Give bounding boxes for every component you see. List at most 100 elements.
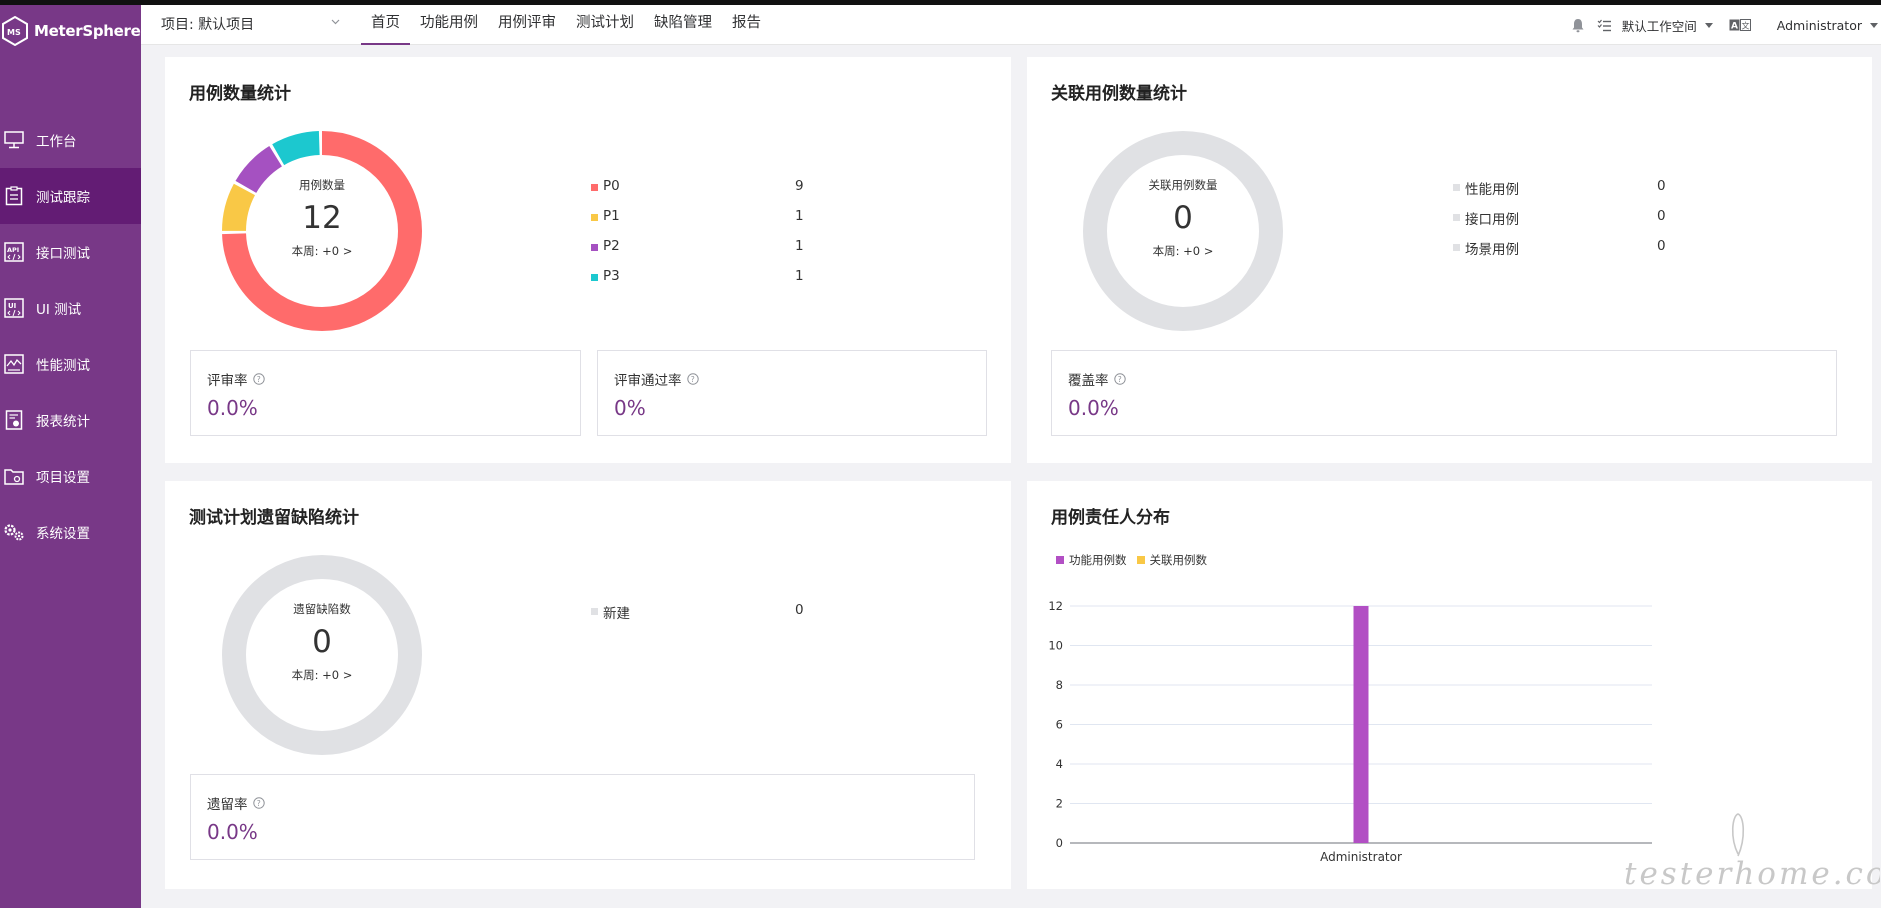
residual-rate-box: 遗留率 ? 0.0% bbox=[190, 774, 975, 860]
review-pass-rate-value: 0% bbox=[614, 396, 646, 420]
gears-icon bbox=[3, 521, 25, 543]
sidebar-item-label: 性能测试 bbox=[36, 358, 90, 374]
bell-icon[interactable] bbox=[1571, 18, 1585, 33]
legend-label: P3 bbox=[603, 268, 620, 284]
donut-center: 关联用例数量 0 本周: +0 > bbox=[1083, 177, 1283, 259]
legend-swatch bbox=[591, 184, 598, 191]
sidebar-item-report[interactable]: 报表统计 bbox=[0, 392, 141, 448]
sidebar: MS MeterSphere 工作台 测试跟踪 API 接口测试 UI UI 测… bbox=[0, 5, 141, 908]
logo-text: MeterSphere bbox=[34, 22, 141, 40]
tab-defect-management[interactable]: 缺陷管理 bbox=[644, 5, 722, 45]
legend-label: 接口用例 bbox=[1465, 212, 1519, 228]
monitor-icon bbox=[3, 129, 25, 151]
coverage-rate-label: 覆盖率 bbox=[1068, 373, 1109, 389]
app-logo[interactable]: MS MeterSphere bbox=[0, 11, 141, 51]
legend-swatch bbox=[591, 274, 598, 281]
sidebar-item-ui-test[interactable]: UI UI 测试 bbox=[0, 280, 141, 336]
legend-label: P0 bbox=[603, 178, 620, 194]
sidebar-item-performance-test[interactable]: 性能测试 bbox=[0, 336, 141, 392]
legend-swatch bbox=[1453, 184, 1460, 191]
chevron-down-icon[interactable] bbox=[331, 17, 340, 26]
donut-center: 用例数量 12 本周: +0 > bbox=[222, 177, 422, 259]
question-icon[interactable]: ? bbox=[252, 797, 265, 809]
related-stats-card: 关联用例数量统计 关联用例数量 0 本周: +0 > 性能用例 0 接口用例 0… bbox=[1027, 57, 1872, 463]
workspace-list-icon[interactable] bbox=[1597, 19, 1612, 32]
tab-case-review[interactable]: 用例评审 bbox=[488, 5, 566, 45]
question-icon[interactable]: ? bbox=[1113, 373, 1126, 385]
workspace-caret-icon[interactable] bbox=[1704, 22, 1713, 28]
y-tick-label: 12 bbox=[1048, 599, 1063, 613]
y-tick-label: 2 bbox=[1056, 797, 1063, 811]
card-title: 测试计划遗留缺陷统计 bbox=[189, 508, 359, 528]
tab-functional-cases[interactable]: 功能用例 bbox=[410, 5, 488, 45]
language-icon[interactable]: A文 bbox=[1729, 19, 1751, 31]
svg-text:API: API bbox=[7, 246, 19, 254]
main-tabs: 首页 功能用例 用例评审 测试计划 缺陷管理 报告 bbox=[361, 5, 771, 45]
tab-report[interactable]: 报告 bbox=[722, 5, 771, 45]
question-icon[interactable]: ? bbox=[252, 373, 265, 385]
metric-label: 遗留率 ? bbox=[207, 793, 265, 813]
svg-text:?: ? bbox=[690, 375, 694, 384]
svg-text:文: 文 bbox=[1741, 21, 1749, 31]
legend-value: 1 bbox=[795, 208, 804, 224]
donut-total: 12 bbox=[302, 200, 342, 236]
review-rate-label: 评审率 bbox=[207, 373, 248, 389]
y-tick-label: 10 bbox=[1048, 639, 1063, 653]
legend-label: P2 bbox=[603, 238, 620, 254]
tab-home[interactable]: 首页 bbox=[361, 5, 410, 45]
workspace-selector[interactable]: 默认工作空间 bbox=[1622, 16, 1697, 35]
user-caret-icon[interactable] bbox=[1870, 22, 1878, 28]
donut-center-label: 遗留缺陷数 bbox=[293, 602, 351, 616]
review-pass-rate-box: 评审通过率 ? 0% bbox=[597, 350, 987, 436]
sidebar-item-label: 项目设置 bbox=[36, 470, 90, 486]
residual-rate-label: 遗留率 bbox=[207, 797, 248, 813]
y-tick-label: 6 bbox=[1056, 718, 1063, 732]
sidebar-item-api-test[interactable]: API 接口测试 bbox=[0, 224, 141, 280]
svg-text:?: ? bbox=[256, 799, 260, 808]
question-icon[interactable]: ? bbox=[686, 373, 699, 385]
metric-label: 评审通过率 ? bbox=[614, 369, 699, 389]
bar-functional-administrator[interactable] bbox=[1353, 606, 1369, 843]
x-tick-label: Administrator bbox=[1320, 850, 1402, 864]
svg-text:testerhome.com: testerhome.com bbox=[1624, 856, 1880, 892]
ui-icon: UI bbox=[3, 297, 25, 319]
residual-rate-value: 0.0% bbox=[207, 820, 258, 844]
donut-center-label: 关联用例数量 bbox=[1148, 178, 1218, 192]
sidebar-item-label: UI 测试 bbox=[36, 302, 82, 318]
y-tick-label: 4 bbox=[1056, 757, 1063, 771]
legend-value: 1 bbox=[795, 268, 804, 284]
svg-text:?: ? bbox=[1117, 375, 1121, 384]
week-change-link[interactable]: 本周: +0 > bbox=[222, 243, 422, 259]
legend-label: 性能用例 bbox=[1465, 182, 1519, 198]
week-change-link[interactable]: 本周: +0 > bbox=[222, 667, 422, 683]
sidebar-item-label: 工作台 bbox=[36, 134, 77, 150]
sidebar-item-project-settings[interactable]: 项目设置 bbox=[0, 448, 141, 504]
sidebar-item-label: 系统设置 bbox=[36, 526, 90, 542]
metric-label: 覆盖率 ? bbox=[1068, 369, 1126, 389]
report-icon bbox=[3, 409, 25, 431]
legend-swatch bbox=[591, 214, 598, 221]
user-menu[interactable]: Administrator bbox=[1777, 18, 1862, 33]
legend-swatch bbox=[1453, 244, 1460, 251]
tab-test-plan[interactable]: 测试计划 bbox=[566, 5, 644, 45]
legend-value: 0 bbox=[1657, 238, 1666, 254]
sidebar-item-test-track[interactable]: 测试跟踪 bbox=[0, 168, 141, 224]
watermark-image: testerhome.com bbox=[1624, 813, 1880, 892]
coverage-rate-box: 覆盖率 ? 0.0% bbox=[1051, 350, 1837, 436]
sidebar-item-workbench[interactable]: 工作台 bbox=[0, 112, 141, 168]
metric-label: 评审率 ? bbox=[207, 369, 265, 389]
week-change-link[interactable]: 本周: +0 > bbox=[1083, 243, 1283, 259]
sidebar-item-label: 测试跟踪 bbox=[36, 190, 90, 206]
sidebar-nav: 工作台 测试跟踪 API 接口测试 UI UI 测试 性能测试 报表统计 项目设… bbox=[0, 112, 141, 560]
legend-value: 0 bbox=[1657, 178, 1666, 194]
review-rate-value: 0.0% bbox=[207, 396, 258, 420]
donut-center: 遗留缺陷数 0 本周: +0 > bbox=[222, 601, 422, 683]
sidebar-item-system-settings[interactable]: 系统设置 bbox=[0, 504, 141, 560]
svg-text:?: ? bbox=[256, 375, 260, 384]
header-right: 默认工作空间 A文 Administrator bbox=[1571, 5, 1881, 45]
project-selector[interactable]: 项目: 默认项目 bbox=[161, 14, 254, 34]
review-pass-rate-label: 评审通过率 bbox=[614, 373, 682, 389]
coverage-rate-value: 0.0% bbox=[1068, 396, 1119, 420]
legend-label: 场景用例 bbox=[1465, 242, 1519, 258]
top-header: 项目: 默认项目 首页 功能用例 用例评审 测试计划 缺陷管理 报告 默认工作空… bbox=[141, 5, 1881, 45]
